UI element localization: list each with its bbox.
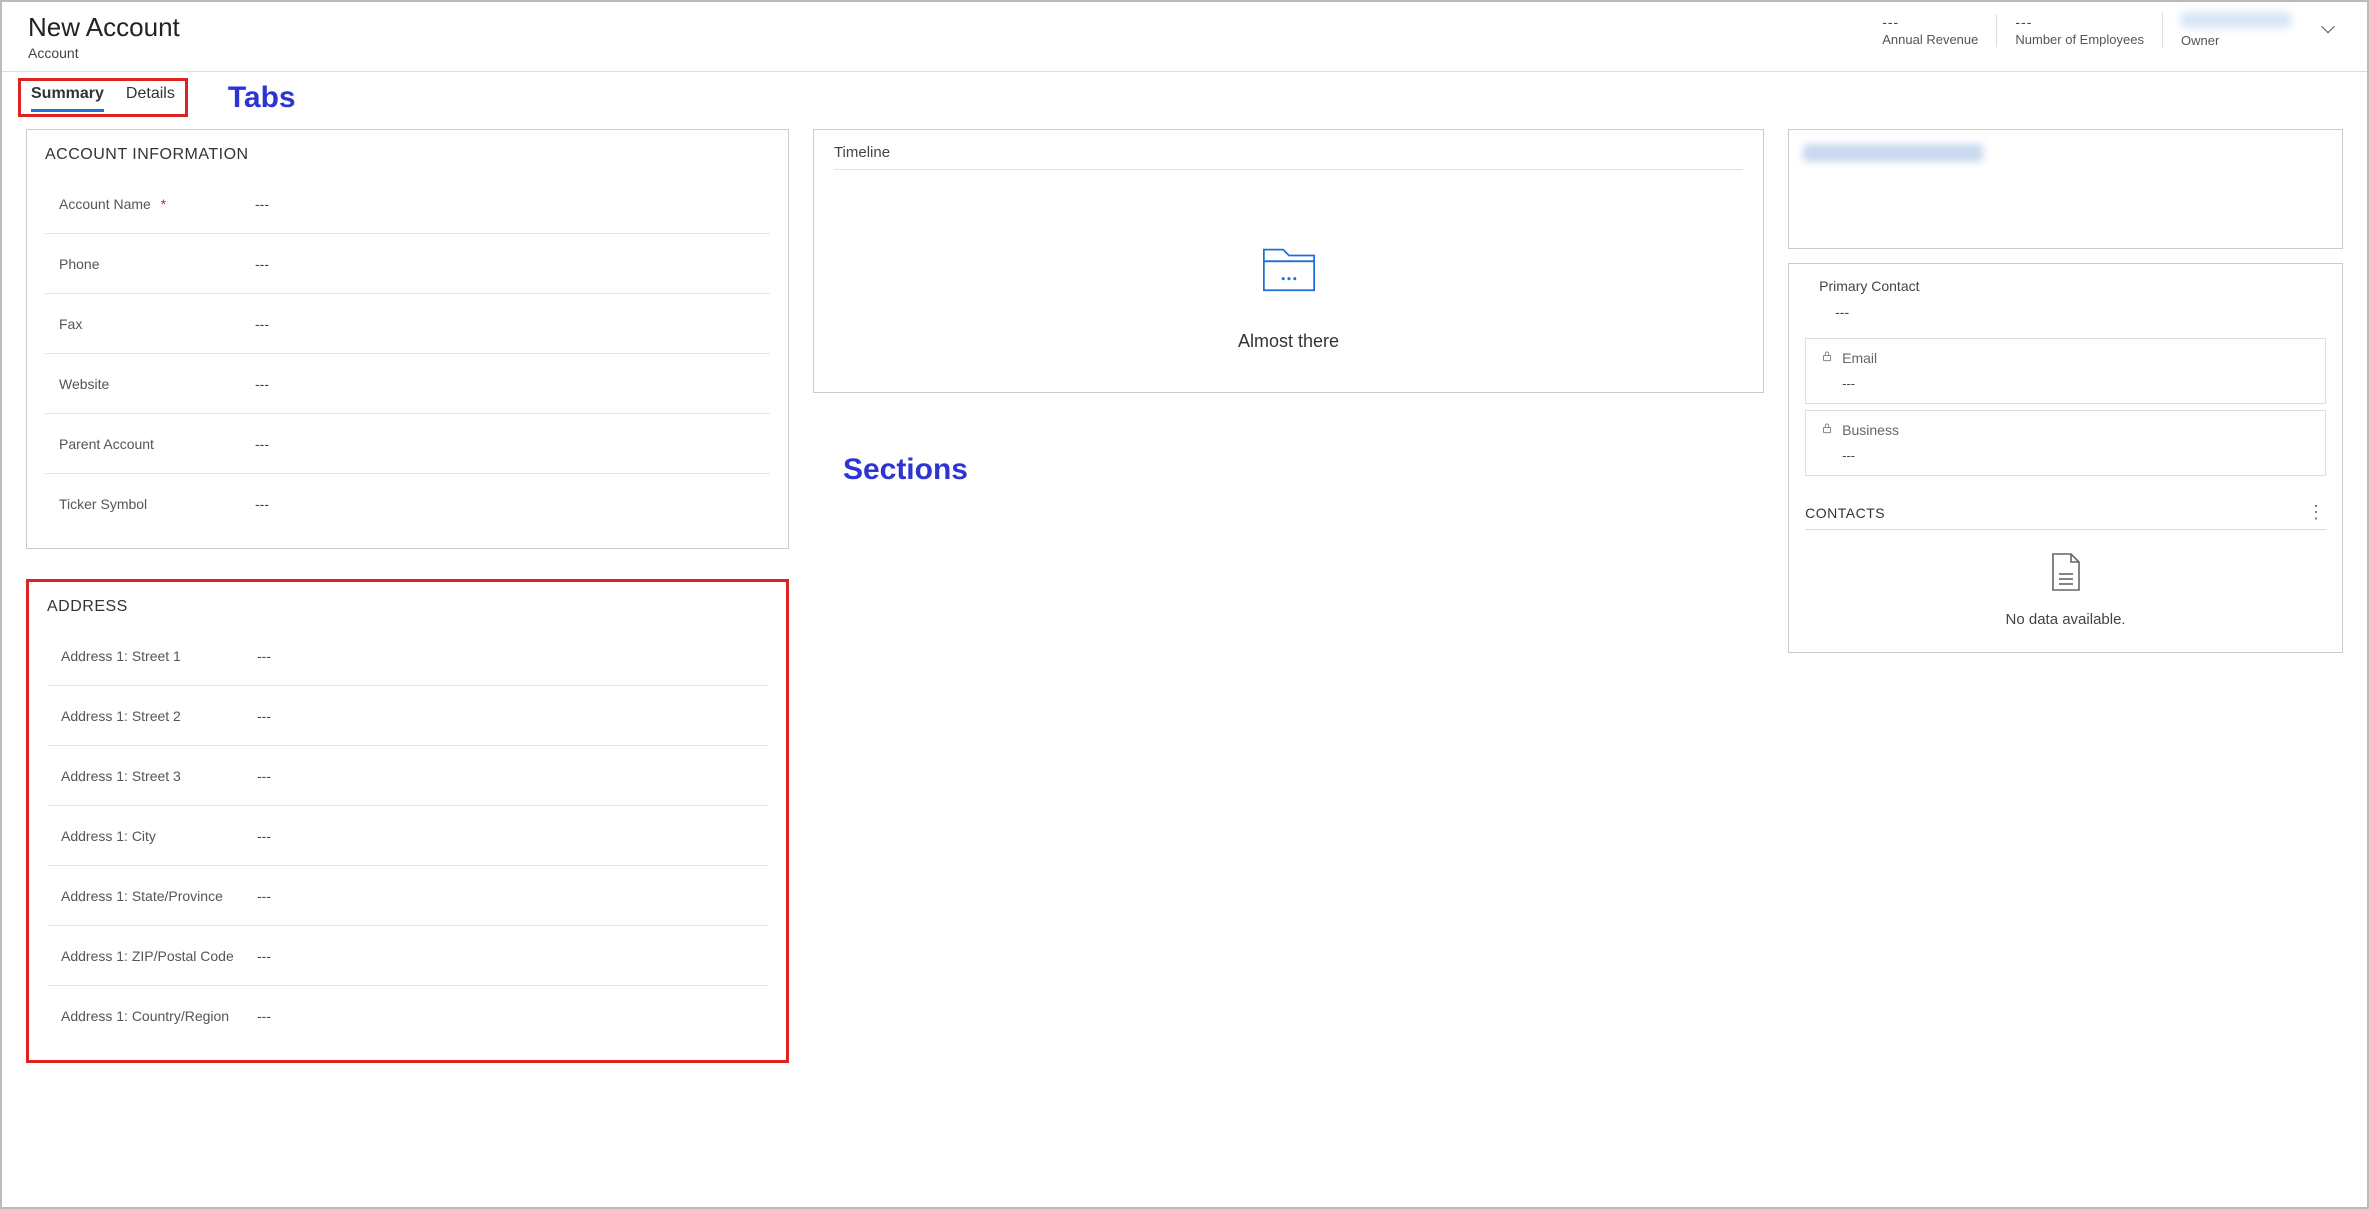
lock-icon (1820, 349, 1834, 366)
field-address-street1[interactable]: Address 1: Street 1 --- (47, 626, 768, 686)
header-field-revenue-value: --- (1882, 14, 1978, 30)
header-field-owner-label: Owner (2181, 33, 2291, 48)
tab-details[interactable]: Details (126, 85, 175, 112)
subfield-value: --- (1820, 366, 2311, 393)
field-value: --- (247, 1008, 271, 1024)
field-parent-account[interactable]: Parent Account --- (45, 414, 770, 474)
required-indicator: * (161, 196, 166, 212)
field-address-street3[interactable]: Address 1: Street 3 --- (47, 746, 768, 806)
subfield-value: --- (1820, 438, 2311, 465)
section-title: ACCOUNT INFORMATION (45, 146, 770, 164)
field-label: Phone (45, 256, 245, 272)
field-fax[interactable]: Fax --- (45, 294, 770, 354)
field-address-country[interactable]: Address 1: Country/Region --- (47, 986, 768, 1046)
header-expand-button[interactable] (2309, 18, 2347, 43)
document-icon (2049, 552, 2083, 595)
timeline-title: Timeline (834, 144, 1743, 170)
field-value: --- (247, 828, 271, 844)
form-header: New Account Account --- Annual Revenue -… (2, 2, 2367, 72)
field-value: --- (247, 648, 271, 664)
section-address: ADDRESS Address 1: Street 1 --- Address … (26, 579, 789, 1063)
annotation-tabs: Tabs (228, 81, 296, 115)
field-value: --- (245, 316, 269, 332)
field-value: --- (247, 708, 271, 724)
field-value: --- (247, 948, 271, 964)
field-address-street2[interactable]: Address 1: Street 2 --- (47, 686, 768, 746)
field-value: --- (245, 496, 269, 512)
field-label: Address 1: Street 2 (47, 708, 247, 724)
blurred-title (1803, 144, 1983, 162)
contacts-title: CONTACTS (1805, 505, 1885, 521)
header-field-employees-label: Number of Employees (2015, 32, 2144, 47)
entity-name: Account (28, 45, 180, 61)
field-label: Address 1: State/Province (47, 888, 247, 904)
header-field-employees[interactable]: --- Number of Employees (1996, 14, 2162, 47)
primary-contact-value[interactable]: --- (1805, 294, 2326, 332)
primary-contact-label: Primary Contact (1805, 278, 2326, 294)
section-primary-contact: Primary Contact --- Email --- Business (1788, 263, 2343, 653)
field-label: Address 1: ZIP/Postal Code (47, 948, 247, 964)
header-field-owner[interactable]: Owner (2162, 12, 2309, 48)
field-value: --- (245, 256, 269, 272)
field-value: --- (245, 196, 269, 212)
field-label: Parent Account (45, 436, 245, 452)
field-label: Ticker Symbol (45, 496, 245, 512)
field-label: Address 1: Country/Region (47, 1008, 247, 1024)
header-field-revenue[interactable]: --- Annual Revenue (1864, 14, 1996, 47)
annotation-sections: Sections (813, 453, 1764, 487)
tab-summary[interactable]: Summary (31, 85, 104, 112)
field-label: Fax (45, 316, 245, 332)
field-value: --- (245, 436, 269, 452)
field-label: Website (45, 376, 245, 392)
timeline-message: Almost there (1238, 331, 1339, 352)
field-value: --- (247, 888, 271, 904)
field-ticker-symbol[interactable]: Ticker Symbol --- (45, 474, 770, 534)
field-label: Address 1: Street 3 (47, 768, 247, 784)
field-label: Address 1: City (47, 828, 247, 844)
more-vertical-icon: ⋮ (2307, 502, 2326, 522)
owner-value-blurred (2181, 12, 2291, 28)
field-label: Account Name (59, 196, 151, 212)
section-timeline: Timeline Almost there (813, 129, 1764, 393)
tabs-highlight-box: Summary Details (18, 78, 188, 117)
section-account-information: ACCOUNT INFORMATION Account Name * --- P… (26, 129, 789, 549)
header-field-revenue-label: Annual Revenue (1882, 32, 1978, 47)
subfield-business[interactable]: Business --- (1805, 410, 2326, 476)
page-title: New Account (28, 12, 180, 43)
subfield-label: Business (1842, 422, 1899, 438)
field-address-zip[interactable]: Address 1: ZIP/Postal Code --- (47, 926, 768, 986)
folder-stack-icon (1258, 240, 1320, 301)
field-label: Address 1: Street 1 (47, 648, 247, 664)
field-website[interactable]: Website --- (45, 354, 770, 414)
section-title: ADDRESS (47, 598, 768, 616)
header-field-employees-value: --- (2015, 14, 2144, 30)
chevron-down-icon (2317, 18, 2339, 43)
field-account-name[interactable]: Account Name * --- (45, 174, 770, 234)
field-value: --- (245, 376, 269, 392)
contacts-empty-message: No data available. (2006, 611, 2126, 628)
tabs-row: Summary Details Tabs (2, 72, 2367, 117)
subfield-email[interactable]: Email --- (1805, 338, 2326, 404)
field-address-city[interactable]: Address 1: City --- (47, 806, 768, 866)
field-value: --- (247, 768, 271, 784)
related-card-blurred (1788, 129, 2343, 249)
lock-icon (1820, 421, 1834, 438)
field-address-state[interactable]: Address 1: State/Province --- (47, 866, 768, 926)
contacts-more-button[interactable]: ⋮ (2307, 502, 2326, 523)
subfield-label: Email (1842, 350, 1877, 366)
field-phone[interactable]: Phone --- (45, 234, 770, 294)
